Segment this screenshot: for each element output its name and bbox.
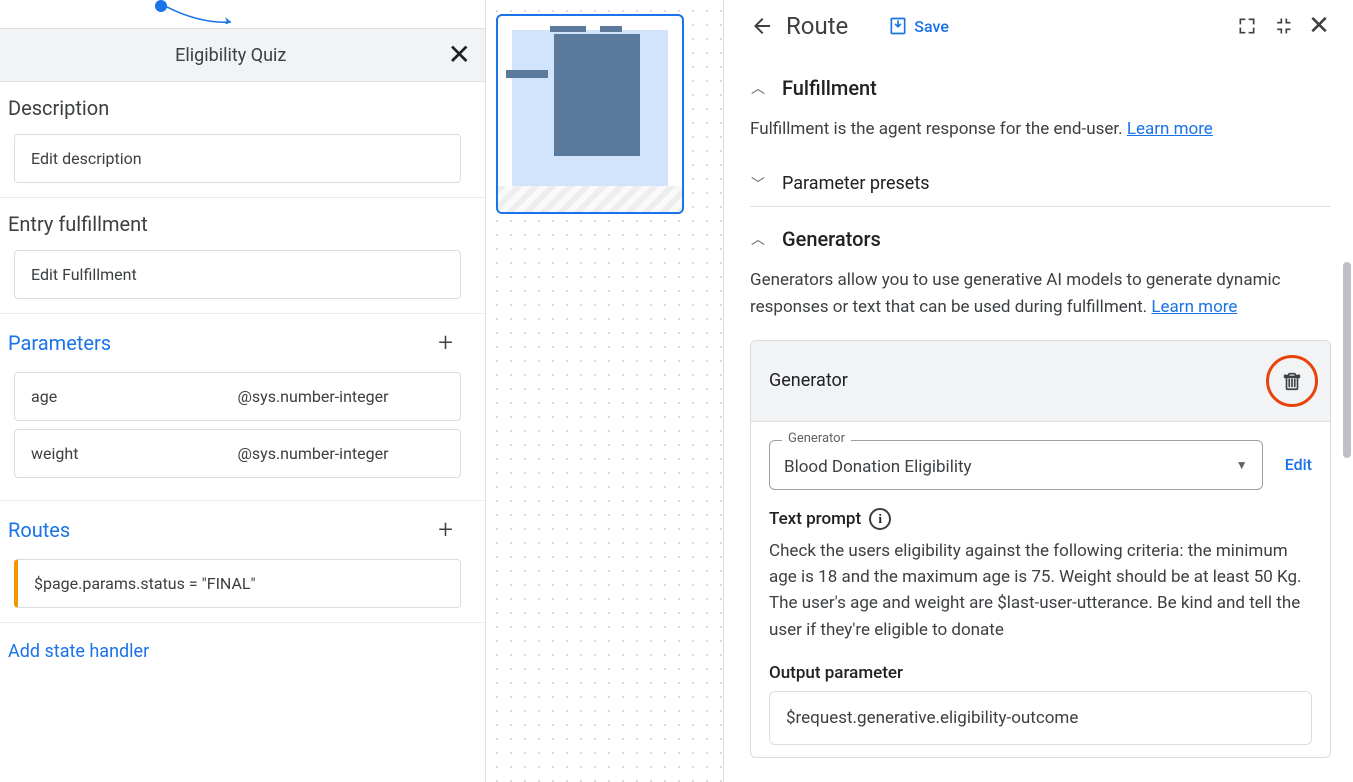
back-arrow-icon[interactable] — [750, 14, 774, 38]
generators-learn-more-link[interactable]: Learn more — [1151, 297, 1237, 317]
description-heading: Description — [8, 96, 477, 120]
output-parameter-input[interactable]: $request.generative.eligibility-outcome — [769, 691, 1312, 745]
parameter-presets-header[interactable]: ﹀ Parameter presets — [750, 161, 1331, 207]
right-panel: Route Save ✕ ︿ Fulfillment — [724, 0, 1353, 782]
add-parameter-icon[interactable]: + — [438, 328, 477, 358]
section-parameters: Parameters + age @sys.number-integer wei… — [0, 314, 485, 501]
route-row[interactable]: $page.params.status = "FINAL" — [14, 559, 461, 608]
minimap-footer-stripes — [498, 186, 682, 212]
close-icon[interactable]: ✕ — [1307, 14, 1331, 38]
page-title-bar: Eligibility Quiz ✕ — [0, 28, 485, 82]
generator-card-body: Generator Blood Donation Eligibility ▼ E… — [751, 422, 1330, 757]
parameter-row[interactable]: age @sys.number-integer — [14, 372, 461, 421]
minimap-shape — [550, 26, 586, 32]
page-title: Eligibility Quiz — [14, 45, 448, 66]
add-state-handler-link[interactable]: Add state handler — [0, 623, 485, 680]
section-fulfillment: ︿ Fulfillment Fulfillment is the agent r… — [750, 64, 1331, 758]
parameter-presets-label: Parameter presets — [782, 173, 930, 194]
output-parameter-label: Output parameter — [769, 663, 1312, 683]
canvas-minimap-area — [486, 0, 724, 782]
close-icon[interactable]: ✕ — [448, 41, 471, 69]
parameter-type: @sys.number-integer — [238, 387, 445, 406]
info-icon[interactable]: i — [869, 508, 891, 530]
parameters-heading-label: Parameters — [8, 331, 111, 355]
scrollbar[interactable] — [1343, 262, 1351, 458]
fullscreen-exit-icon[interactable] — [1271, 14, 1295, 38]
chevron-up-icon: ︿ — [750, 229, 766, 249]
route-title: Route — [786, 12, 848, 40]
flow-header — [0, 0, 485, 28]
parameter-type: @sys.number-integer — [238, 444, 445, 463]
edit-generator-link[interactable]: Edit — [1285, 455, 1312, 474]
generator-select-legend: Generator — [782, 431, 851, 446]
minimap-shape — [506, 70, 548, 78]
text-prompt-label: Text prompt i — [769, 508, 1312, 530]
trash-icon — [1281, 370, 1303, 392]
minimap-shape — [554, 34, 640, 156]
add-route-icon[interactable]: + — [438, 515, 477, 545]
fulfillment-heading-label: Fulfillment — [782, 76, 877, 100]
caret-down-icon: ▼ — [1236, 458, 1248, 472]
generator-select[interactable]: Generator Blood Donation Eligibility ▼ — [769, 440, 1263, 490]
routes-heading-label: Routes — [8, 518, 70, 542]
parameters-heading[interactable]: Parameters + — [8, 328, 477, 358]
chevron-up-icon: ︿ — [750, 78, 766, 98]
right-header: Route Save ✕ — [750, 12, 1331, 40]
parameter-name: age — [31, 387, 238, 406]
minimap-body — [512, 30, 668, 190]
delete-generator-button[interactable] — [1266, 355, 1318, 407]
fulfillment-description: Fulfillment is the agent response for th… — [750, 116, 1331, 143]
text-prompt-value: Check the users eligibility against the … — [769, 538, 1312, 643]
edit-fulfillment-button[interactable]: Edit Fulfillment — [14, 250, 461, 299]
generator-select-value: Blood Donation Eligibility — [784, 457, 972, 477]
generator-card: Generator Generator Blood Donation Eligi… — [750, 340, 1331, 758]
section-entry-fulfillment: Entry fulfillment Edit Fulfillment — [0, 198, 485, 314]
generator-card-title: Generator — [769, 370, 1266, 391]
fulfillment-header[interactable]: ︿ Fulfillment — [750, 64, 1331, 112]
parameter-name: weight — [31, 444, 238, 463]
minimap-shape — [600, 26, 622, 32]
fulfillment-learn-more-link[interactable]: Learn more — [1127, 119, 1213, 139]
minimap-thumbnail[interactable] — [496, 14, 684, 214]
left-panel: Eligibility Quiz ✕ Description Edit desc… — [0, 0, 486, 782]
save-label: Save — [914, 17, 949, 36]
generators-heading-label: Generators — [782, 227, 881, 251]
fullscreen-enter-icon[interactable] — [1235, 14, 1259, 38]
generator-card-header: Generator — [751, 341, 1330, 422]
section-routes: Routes + $page.params.status = "FINAL" — [0, 501, 485, 623]
flow-arrow — [165, 6, 235, 24]
save-icon — [888, 16, 908, 36]
save-button[interactable]: Save — [888, 16, 949, 36]
chevron-down-icon: ﹀ — [750, 174, 766, 194]
section-description: Description Edit description — [0, 82, 485, 198]
generators-header[interactable]: ︿ Generators — [750, 207, 1331, 263]
routes-heading[interactable]: Routes + — [8, 515, 477, 545]
parameter-row[interactable]: weight @sys.number-integer — [14, 429, 461, 478]
edit-description-button[interactable]: Edit description — [14, 134, 461, 183]
generators-description: Generators allow you to use generative A… — [750, 267, 1331, 321]
entry-fulfillment-heading: Entry fulfillment — [8, 212, 477, 236]
